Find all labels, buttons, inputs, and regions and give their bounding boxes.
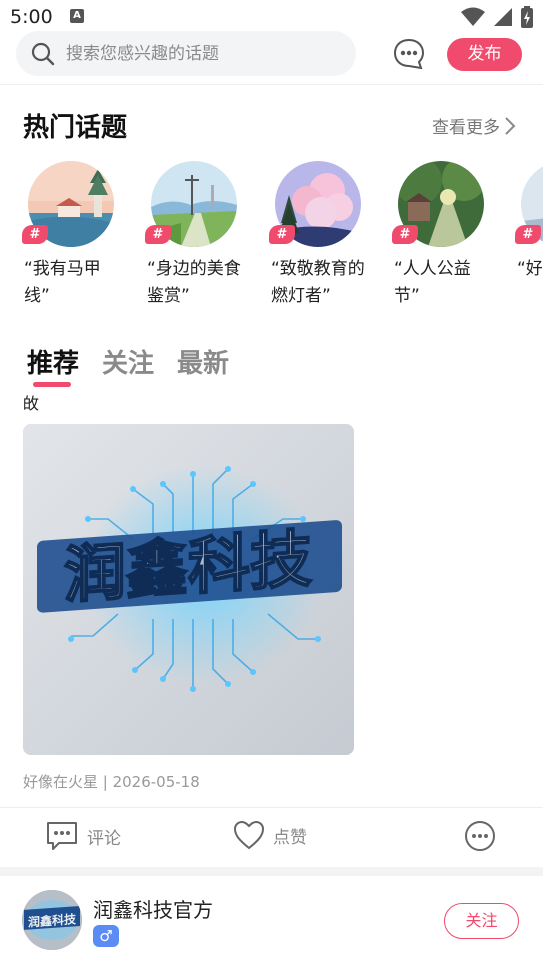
topic-label: “人人公益节” (394, 259, 471, 306)
signal-icon (494, 8, 512, 26)
search-box[interactable] (16, 31, 356, 76)
publish-button[interactable]: 发布 (447, 38, 522, 71)
hashtag-badge: # (392, 225, 418, 244)
comment-icon (47, 822, 77, 850)
divider (0, 84, 543, 85)
topic-label: “身边的美食鉴赏” (147, 259, 241, 306)
hashtag-badge: # (145, 225, 171, 244)
hashtag-badge: # (22, 225, 48, 244)
active-tab-indicator (33, 382, 71, 387)
post-image[interactable]: 润鑫科技 (23, 424, 354, 755)
heart-icon (233, 820, 265, 850)
battery-icon (521, 6, 533, 28)
topic-label: “好图鉴 (517, 259, 543, 279)
see-more-link[interactable]: 查看更多 (432, 113, 516, 138)
chevron-right-icon (505, 116, 516, 135)
author-name[interactable]: 润鑫科技官方 (93, 894, 213, 923)
hot-topics-title: 热门话题 (23, 113, 128, 143)
follow-button[interactable]: 关注 (444, 903, 519, 939)
search-icon (31, 42, 55, 66)
like-button[interactable]: 点赞 (233, 820, 307, 850)
section-separator (0, 867, 543, 876)
like-label: 点赞 (273, 827, 307, 848)
tab-recommend[interactable]: 推荐 (27, 343, 79, 380)
avatar[interactable]: 润鑫科技 (22, 890, 82, 950)
post-meta: 好像在火星 | 2026-05-18 (23, 773, 200, 791)
comment-label: 评论 (87, 828, 121, 849)
notification-icon: A (70, 9, 84, 23)
search-row: 发布 (0, 30, 543, 78)
post-text: 敀 (23, 394, 40, 413)
tab-latest[interactable]: 最新 (177, 343, 229, 380)
hashtag-badge: # (269, 225, 295, 244)
see-more-label: 查看更多 (432, 118, 500, 138)
hashtag-badge: # (515, 225, 541, 244)
wifi-icon (461, 7, 485, 26)
tab-following[interactable]: 关注 (102, 343, 154, 380)
divider (0, 807, 543, 808)
comment-button[interactable]: 评论 (45, 820, 121, 852)
status-icons (461, 6, 533, 28)
topic-label: “我有马甲线” (24, 259, 101, 306)
chat-bubble-icon[interactable] (392, 37, 426, 71)
more-icon (465, 821, 495, 851)
more-button[interactable] (464, 820, 496, 852)
topic-label: “致敬教育的燃灯者” (271, 259, 365, 306)
search-input[interactable] (66, 31, 346, 76)
status-bar: 5:00 A (0, 0, 543, 34)
status-time: 5:00 (10, 6, 53, 28)
topics-carousel[interactable]: # “我有马甲线” # “身边的美食鉴赏” # “致敬教育的燃灯者” # “人人… (0, 160, 543, 320)
male-icon: ♂ (93, 925, 119, 947)
